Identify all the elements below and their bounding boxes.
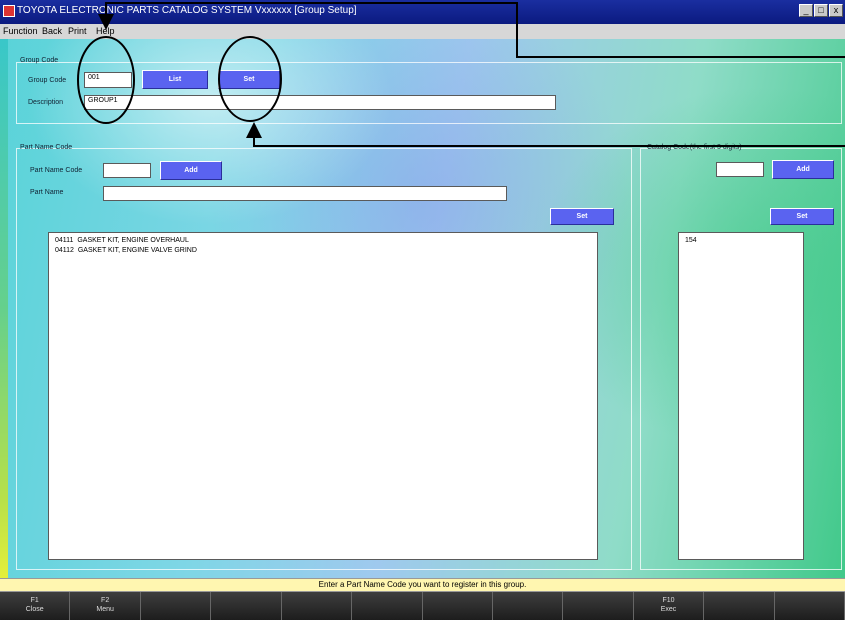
fkey-f5[interactable] bbox=[281, 592, 353, 620]
fkey-label: F1 bbox=[30, 597, 39, 604]
menu-help[interactable]: Help bbox=[96, 26, 115, 36]
app-icon bbox=[3, 5, 15, 17]
part-code: 04111 bbox=[55, 237, 74, 244]
part-name: GASKET KIT, ENGINE VALVE GRIND bbox=[77, 247, 197, 254]
fkey-label: F2 bbox=[101, 597, 110, 604]
list-item[interactable]: 154 bbox=[685, 237, 797, 247]
status-bar: Enter a Part Name Code you want to regis… bbox=[0, 578, 845, 592]
description-label: Description bbox=[28, 99, 64, 106]
group-code-input[interactable]: 001 bbox=[84, 72, 132, 88]
group-code-panel bbox=[16, 62, 842, 124]
catalog-code-section-label: Catalog Code(the first 3 digits) bbox=[647, 144, 742, 151]
fkey-action: Exec bbox=[660, 606, 677, 613]
decorative-stripe bbox=[0, 39, 8, 578]
part-set-button[interactable]: Set bbox=[550, 208, 614, 225]
fkey-f3[interactable] bbox=[140, 592, 212, 620]
catalog-code-input[interactable] bbox=[716, 162, 764, 177]
description-input[interactable]: GROUP1 bbox=[84, 95, 556, 110]
part-name-code-input[interactable] bbox=[103, 163, 151, 178]
minimize-button[interactable]: _ bbox=[799, 4, 813, 17]
group-code-section-label: Group Code bbox=[20, 57, 59, 64]
menu-print[interactable]: Print bbox=[68, 26, 87, 36]
fkey-action: Close bbox=[25, 606, 44, 613]
close-button[interactable]: x bbox=[829, 4, 843, 17]
menu-function[interactable]: Function bbox=[3, 26, 38, 36]
fkey-f8[interactable] bbox=[492, 592, 564, 620]
catalog-code-list[interactable]: 154 bbox=[678, 232, 804, 560]
menu-bar: Function Back Print Help bbox=[0, 24, 845, 39]
fkey-f7[interactable] bbox=[422, 592, 493, 620]
part-code: 04112 bbox=[55, 247, 74, 254]
fkey-action: Menu bbox=[96, 606, 114, 613]
fkey-f6[interactable] bbox=[352, 592, 423, 620]
function-key-bar: F1 Close F2 Menu F10 Exec bbox=[0, 592, 845, 620]
part-name-label: Part Name bbox=[30, 189, 64, 196]
fkey-f9[interactable] bbox=[563, 592, 634, 620]
catalog-add-button[interactable]: Add bbox=[772, 160, 834, 179]
part-name-section-label: Part Name Code bbox=[20, 144, 73, 151]
fkey-f4[interactable] bbox=[211, 592, 282, 620]
list-button[interactable]: List bbox=[142, 70, 208, 89]
fkey-f11[interactable] bbox=[704, 592, 775, 620]
group-set-button[interactable]: Set bbox=[218, 70, 280, 89]
part-name-code-label: Part Name Code bbox=[30, 167, 83, 174]
part-name-input[interactable] bbox=[103, 186, 507, 201]
fkey-f2[interactable]: F2 Menu bbox=[70, 592, 141, 620]
group-code-label: Group Code bbox=[28, 77, 67, 84]
list-item[interactable]: 04111 GASKET KIT, ENGINE OVERHAUL bbox=[55, 237, 591, 247]
title-bar: TOYOTA ELECTRONIC PARTS CATALOG SYSTEM V… bbox=[0, 0, 845, 24]
fkey-label: F10 bbox=[662, 597, 675, 604]
menu-back[interactable]: Back bbox=[42, 26, 62, 36]
maximize-button[interactable]: □ bbox=[814, 4, 828, 17]
part-name: GASKET KIT, ENGINE OVERHAUL bbox=[77, 237, 189, 244]
fkey-f1[interactable]: F1 Close bbox=[0, 592, 71, 620]
catalog-set-button[interactable]: Set bbox=[770, 208, 834, 225]
window-title: TOYOTA ELECTRONIC PARTS CATALOG SYSTEM V… bbox=[17, 5, 357, 16]
part-add-button[interactable]: Add bbox=[160, 161, 222, 180]
window-controls: _ □ x bbox=[799, 4, 843, 17]
fkey-f12[interactable] bbox=[774, 592, 845, 620]
list-item[interactable]: 04112 GASKET KIT, ENGINE VALVE GRIND bbox=[55, 247, 591, 257]
fkey-f10[interactable]: F10 Exec bbox=[633, 592, 705, 620]
part-name-list[interactable]: 04111 GASKET KIT, ENGINE OVERHAUL 04112 … bbox=[48, 232, 598, 560]
